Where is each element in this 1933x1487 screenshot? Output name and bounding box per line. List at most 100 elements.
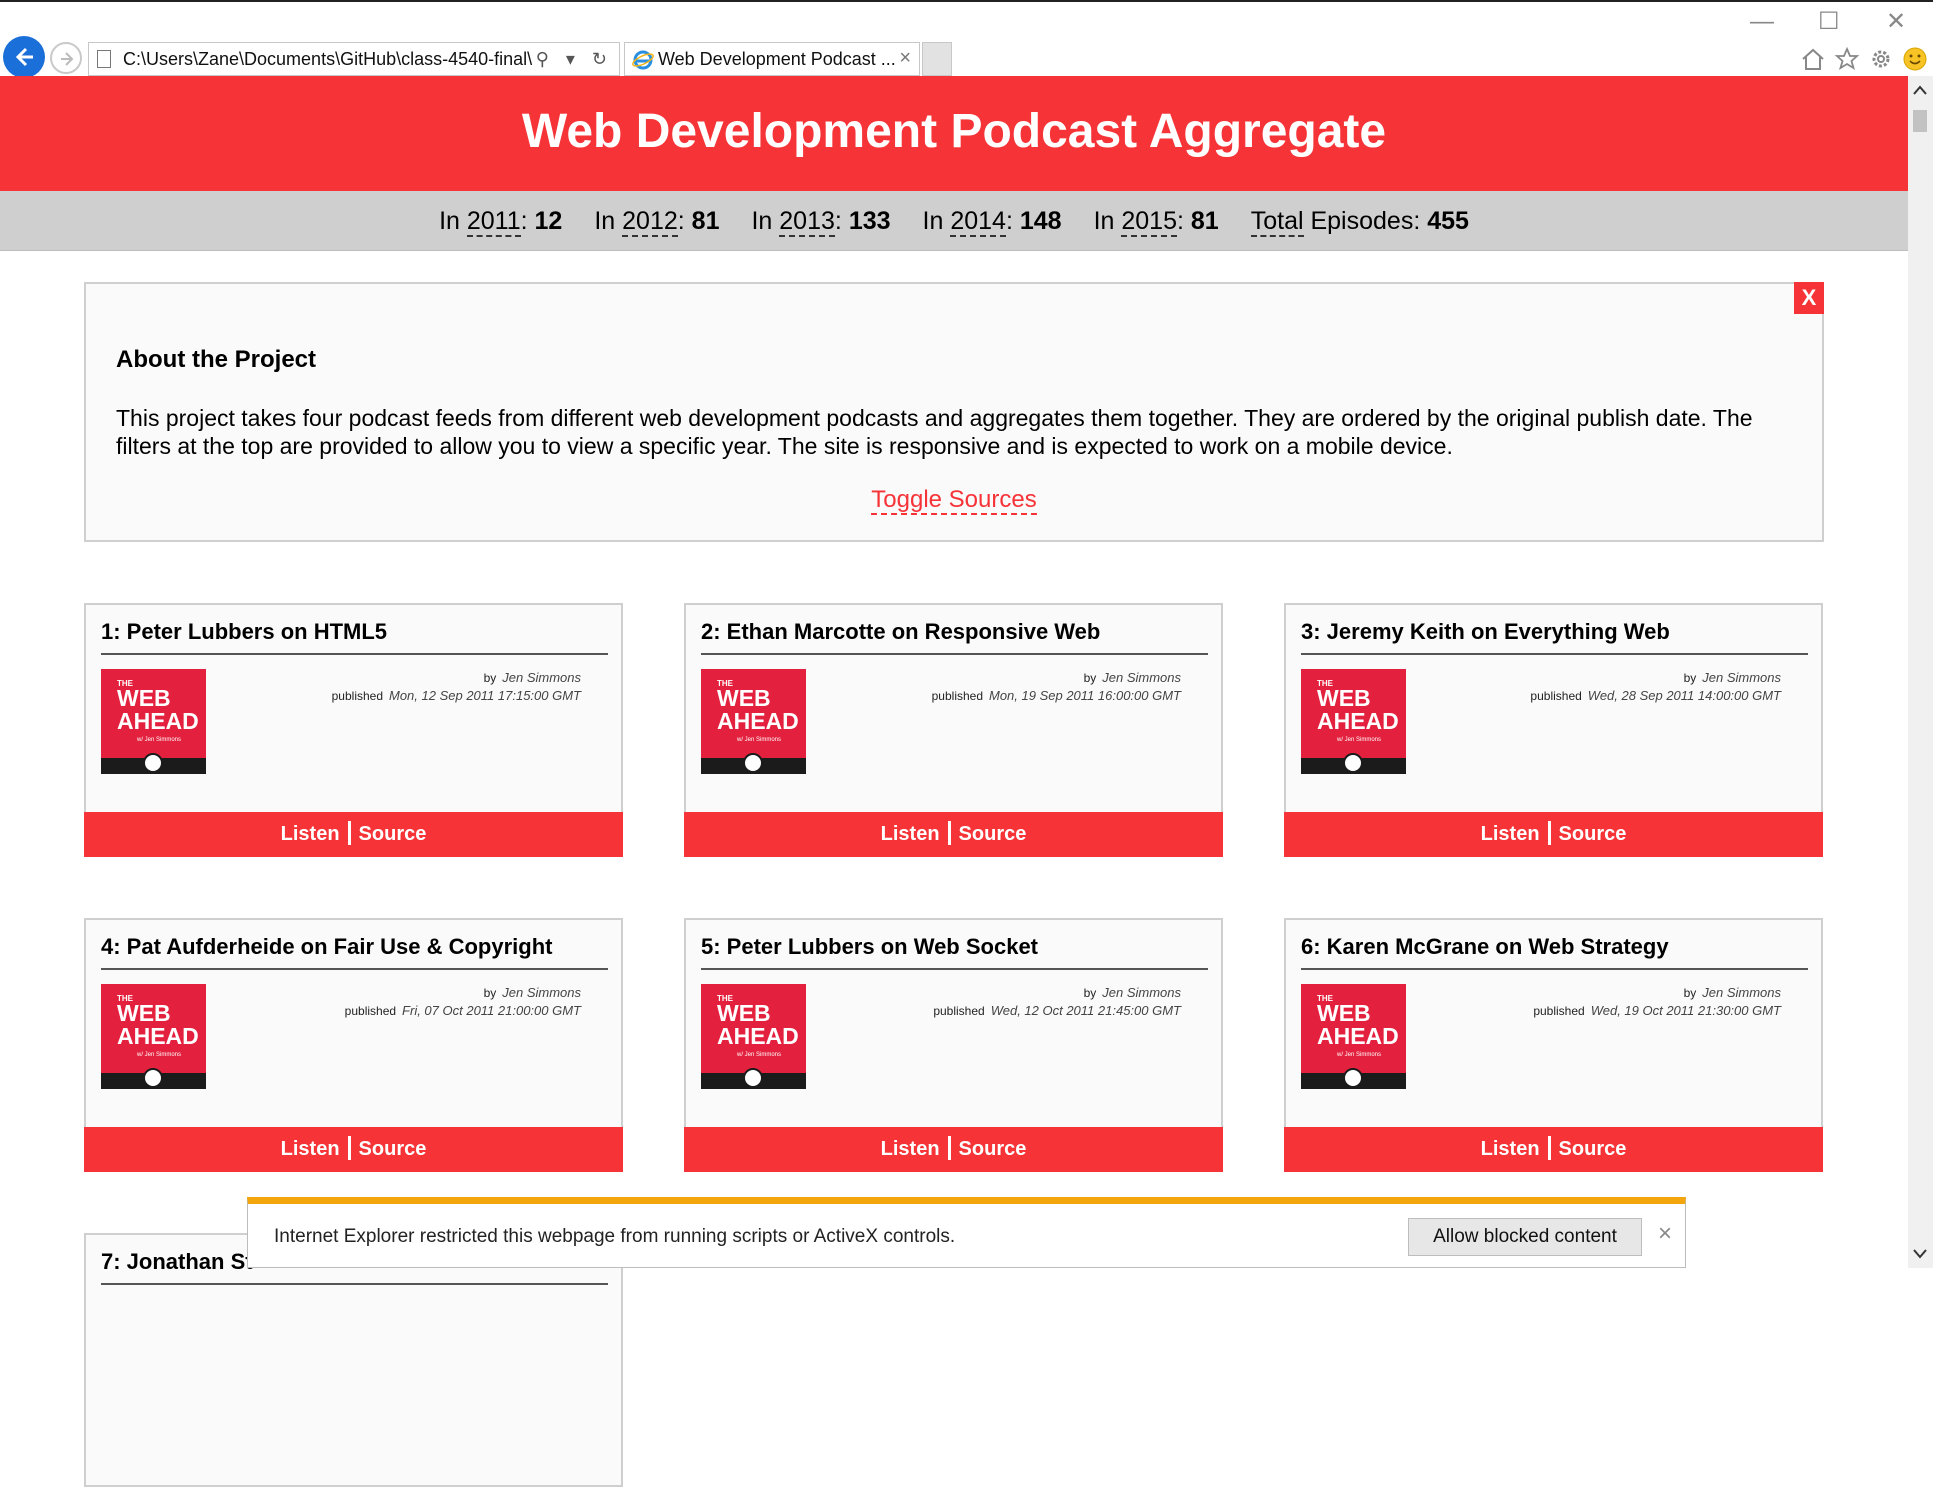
address-bar[interactable]: C:\Users\Zane\Documents\GitHub\class-454… (88, 42, 620, 76)
published-label: published (1530, 689, 1582, 703)
listen-link[interactable]: Listen (1481, 1138, 1540, 1160)
ie-logo-icon (632, 50, 654, 70)
filter-year[interactable]: Total (1250, 206, 1304, 237)
artwork-title: WEB AHEAD (1317, 687, 1399, 733)
podcast-artwork: THE WEB AHEAD w/ Jen Simmons (701, 669, 806, 774)
source-link[interactable]: Source (359, 823, 427, 845)
episode-title: 4: Pat Aufderheide on Fair Use & Copyrig… (101, 934, 608, 970)
published-label: published (1533, 1004, 1585, 1018)
episode-date: Mon, 12 Sep 2011 17:15:00 GMT (389, 688, 581, 703)
new-tab-button[interactable] (922, 42, 952, 76)
episode-card: 5: Peter Lubbers on Web Socket THE WEB AHEA… (684, 918, 1223, 1172)
listen-link[interactable]: Listen (1481, 823, 1540, 845)
minimize-button[interactable]: — (1750, 10, 1774, 34)
listen-link[interactable]: Listen (881, 1138, 940, 1160)
filter-count: 81 (1190, 206, 1219, 235)
about-close-button[interactable]: X (1794, 282, 1824, 314)
filter-count: 148 (1019, 206, 1062, 235)
source-link[interactable]: Source (959, 1138, 1027, 1160)
action-divider (347, 820, 351, 845)
settings-gear-icon[interactable] (1868, 46, 1894, 72)
source-link[interactable]: Source (959, 823, 1027, 845)
action-divider (947, 820, 951, 845)
by-label: by (1083, 986, 1097, 1000)
allow-blocked-content-button[interactable]: Allow blocked content (1408, 1218, 1642, 1256)
episode-meta: by Jen Simmons published Wed, 28 Sep 2011 1… (1530, 669, 1781, 705)
close-window-button[interactable]: ✕ (1886, 10, 1906, 34)
artwork-with: w/ Jen Simmons (737, 1052, 782, 1058)
filter-separator: Episodes: (1303, 206, 1428, 235)
year-filter-2013[interactable]: In 2013: 133 (751, 206, 891, 237)
filter-year[interactable]: 2014 (950, 206, 1006, 237)
artwork-title: WEB AHEAD (117, 1002, 199, 1048)
action-divider (347, 1135, 351, 1160)
year-filter-2015[interactable]: In 2015: 81 (1094, 206, 1219, 237)
source-link[interactable]: Source (359, 1138, 427, 1160)
episode-actions: Listen Source (1284, 812, 1823, 857)
address-text[interactable]: C:\Users\Zane\Documents\GitHub\class-454… (123, 49, 533, 70)
artwork-badge-icon (1343, 753, 1363, 773)
home-icon[interactable] (1800, 46, 1826, 72)
filter-year[interactable]: 2013 (779, 206, 835, 237)
artwork-title: WEB AHEAD (1317, 1002, 1399, 1048)
smiley-feedback-icon[interactable] (1902, 46, 1928, 72)
favorites-star-icon[interactable] (1834, 46, 1860, 72)
published-label: published (344, 1004, 397, 1018)
year-filter-2012[interactable]: In 2012: 81 (594, 206, 719, 237)
artwork-line2: AHEAD (1317, 708, 1399, 734)
tab-web-development-podcast[interactable]: Web Development Podcast ... × (624, 42, 920, 76)
back-button[interactable] (3, 36, 45, 78)
toggle-sources-link[interactable]: Toggle Sources (871, 486, 1037, 515)
artwork-line2: AHEAD (117, 1023, 199, 1049)
year-filter-2014[interactable]: In 2014: 148 (923, 206, 1062, 237)
published-label: published (931, 689, 983, 703)
published-label: published (933, 1004, 985, 1018)
filter-prefix: In (594, 206, 623, 235)
artwork-badge-icon (143, 753, 163, 773)
podcast-artwork: THE WEB AHEAD w/ Jen Simmons (101, 669, 206, 774)
episode-date: Fri, 07 Oct 2011 21:00:00 GMT (402, 1003, 581, 1018)
maximize-button[interactable]: ☐ (1818, 10, 1840, 34)
episode-actions: Listen Source (84, 1127, 623, 1172)
filter-count: 12 (534, 206, 563, 235)
artwork-line2: AHEAD (717, 708, 799, 734)
tab-close-icon[interactable]: × (899, 47, 911, 70)
year-filter-total[interactable]: Total Episodes: 455 (1250, 206, 1469, 237)
notification-close-icon[interactable]: × (1658, 1220, 1672, 1248)
episode-actions: Listen Source (684, 1127, 1223, 1172)
listen-link[interactable]: Listen (881, 823, 940, 845)
listen-link[interactable]: Listen (281, 1138, 340, 1160)
artwork-with: w/ Jen Simmons (1337, 737, 1382, 743)
artwork-badge-icon (743, 753, 763, 773)
filter-separator: : (1005, 206, 1020, 235)
filter-separator: : (520, 206, 535, 235)
filter-year[interactable]: 2012 (622, 206, 678, 237)
scrollbar-thumb[interactable] (1913, 110, 1927, 132)
scroll-down-icon[interactable] (1912, 1248, 1928, 1260)
forward-button[interactable] (50, 42, 82, 74)
vertical-scrollbar[interactable] (1908, 76, 1933, 1268)
page-icon (97, 50, 111, 68)
episode-card: 7: Jonathan St (84, 1233, 623, 1487)
year-filter-2011[interactable]: In 2011: 12 (439, 206, 563, 237)
episode-title: 5: Peter Lubbers on Web Socket (701, 934, 1208, 970)
filter-year[interactable]: 2011 (466, 206, 521, 237)
artwork-badge-icon (1343, 1068, 1363, 1088)
source-link[interactable]: Source (1559, 823, 1627, 845)
notification-message: Internet Explorer restricted this webpag… (274, 1226, 956, 1247)
episode-author: Jen Simmons (1702, 670, 1781, 685)
episode-date: Wed, 19 Oct 2011 21:30:00 GMT (1590, 1003, 1781, 1018)
artwork-title: WEB AHEAD (717, 1002, 799, 1048)
episode-title: 2: Ethan Marcotte on Responsive Web (701, 619, 1208, 655)
about-heading: About the Project (116, 346, 317, 373)
scroll-up-icon[interactable] (1912, 84, 1928, 96)
action-divider (1547, 820, 1551, 845)
episode-author: Jen Simmons (1702, 985, 1781, 1000)
source-link[interactable]: Source (1559, 1138, 1627, 1160)
listen-link[interactable]: Listen (281, 823, 340, 845)
address-tools-icons[interactable]: ⚲ ▾ ↻ (536, 49, 613, 70)
episode-actions: Listen Source (684, 812, 1223, 857)
filter-year[interactable]: 2015 (1121, 206, 1177, 237)
podcast-artwork: THE WEB AHEAD w/ Jen Simmons (701, 984, 806, 1089)
about-panel: X About the Project This project takes f… (84, 282, 1824, 542)
